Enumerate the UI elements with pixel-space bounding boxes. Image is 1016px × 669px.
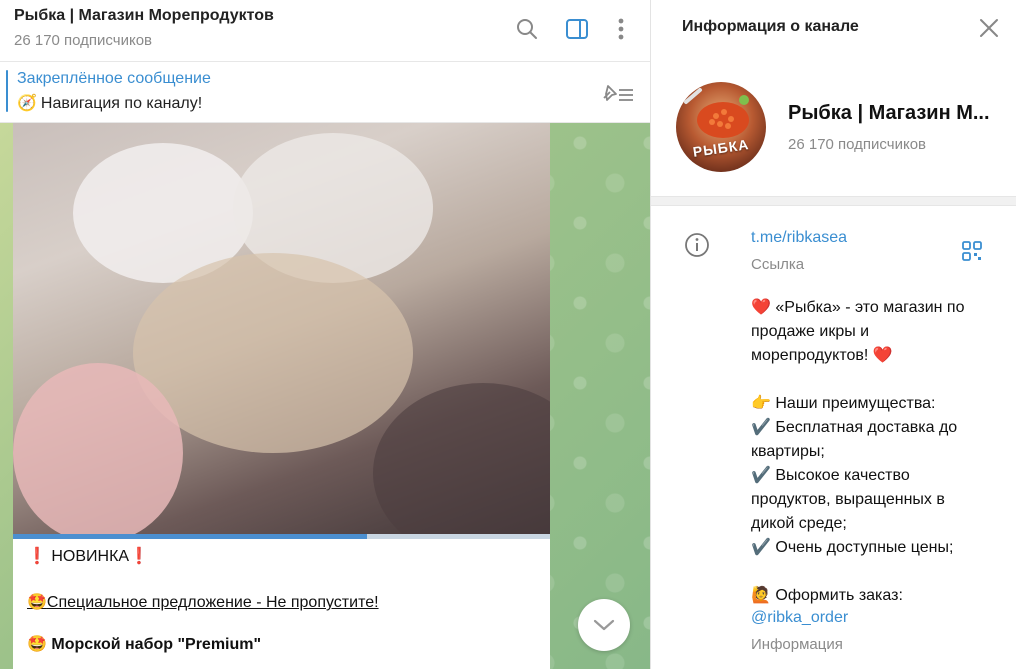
caption-premium-text: Морской набор "Premium" [51, 636, 262, 653]
description-line [751, 560, 1001, 584]
star-struck-emoji: 🤩 [27, 594, 47, 611]
description-line [751, 368, 1001, 392]
channel-subscribers: 26 170 подписчиков [788, 136, 927, 153]
chevron-down-icon [593, 619, 615, 631]
chat-title[interactable]: Рыбка | Магазин Морепродуктов [14, 7, 274, 25]
order-contact-link[interactable]: @ribka_order [751, 609, 848, 627]
description-line: ✔️ Очень доступные цены; [751, 539, 954, 556]
pinned-indicator [6, 70, 8, 112]
channel-link-label: Ссылка [751, 256, 805, 273]
pinned-text-label: Навигация по каналу! [40, 95, 203, 112]
caption-new: ❗ НОВИНКА❗ [27, 548, 150, 565]
description-label: Информация [751, 636, 843, 653]
pinned-list-icon[interactable] [600, 82, 636, 106]
table-blob [373, 383, 550, 534]
description-line: ✔️ Высокое качество [751, 467, 910, 484]
qr-code-icon[interactable] [961, 240, 983, 262]
description-line: ❤️ «Рыбка» - это магазин по [751, 299, 965, 316]
pinned-text: 🧭 Навигация по каналу! [17, 93, 202, 113]
caption-offer-text[interactable]: Специальное предложение - Не пропустите! [47, 594, 379, 611]
channel-name: Рыбка | Магазин М... [788, 102, 990, 124]
more-icon[interactable] [608, 16, 634, 42]
pinned-title: Закреплённое сообщение [17, 70, 211, 87]
pinned-message-bar[interactable]: Закреплённое сообщение 🧭 Навигация по кан… [0, 62, 650, 123]
channel-info-panel: Информация о канале РЫБКА Рыбка | Магази… [650, 0, 1016, 669]
description-line: продаже икры и [751, 323, 870, 340]
channel-avatar[interactable]: РЫБКА [676, 82, 766, 172]
close-icon[interactable] [978, 17, 1000, 39]
section-divider [651, 196, 1016, 206]
info-icon [684, 232, 710, 258]
channel-link[interactable]: t.me/ribkasea [751, 229, 847, 247]
scroll-down-button[interactable] [578, 599, 630, 651]
star-struck-emoji: 🤩 [27, 636, 47, 653]
hand-blob [13, 363, 183, 534]
channel-post: ❗ НОВИНКА❗ 🤩Специальное предложение - Не… [13, 123, 550, 669]
sidebar-toggle-icon[interactable] [564, 16, 590, 42]
compass-emoji: 🧭 [17, 95, 37, 112]
description-line: дикой среде; [751, 515, 847, 532]
description-line: продуктов, выращенных в [751, 491, 945, 508]
caption-premium: 🤩 Морской набор "Premium" [27, 634, 261, 654]
chat-panel: Рыбка | Магазин Морепродуктов 26 170 под… [0, 0, 650, 669]
description-line: 🙋 Оформить заказ: [751, 587, 903, 604]
info-panel-title: Информация о канале [682, 18, 859, 35]
description-line: ✔️ Бесплатная доставка до [751, 419, 958, 436]
video-thumbnail[interactable] [13, 123, 550, 534]
channel-description: ❤️ «Рыбка» - это магазин по продаже икры … [751, 296, 1001, 608]
search-icon[interactable] [514, 16, 540, 42]
video-progress-bar[interactable] [13, 534, 550, 539]
video-progress-fill [13, 534, 368, 539]
description-line: квартиры; [751, 443, 825, 460]
chat-header[interactable]: Рыбка | Магазин Морепродуктов 26 170 под… [0, 0, 650, 62]
description-line: морепродуктов! ❤️ [751, 347, 893, 364]
description-line: 👉 Наши преимущества: [751, 395, 936, 412]
chat-subscribers: 26 170 подписчиков [14, 32, 153, 49]
caption-offer[interactable]: 🤩Специальное предложение - Не пропустите… [27, 592, 379, 612]
